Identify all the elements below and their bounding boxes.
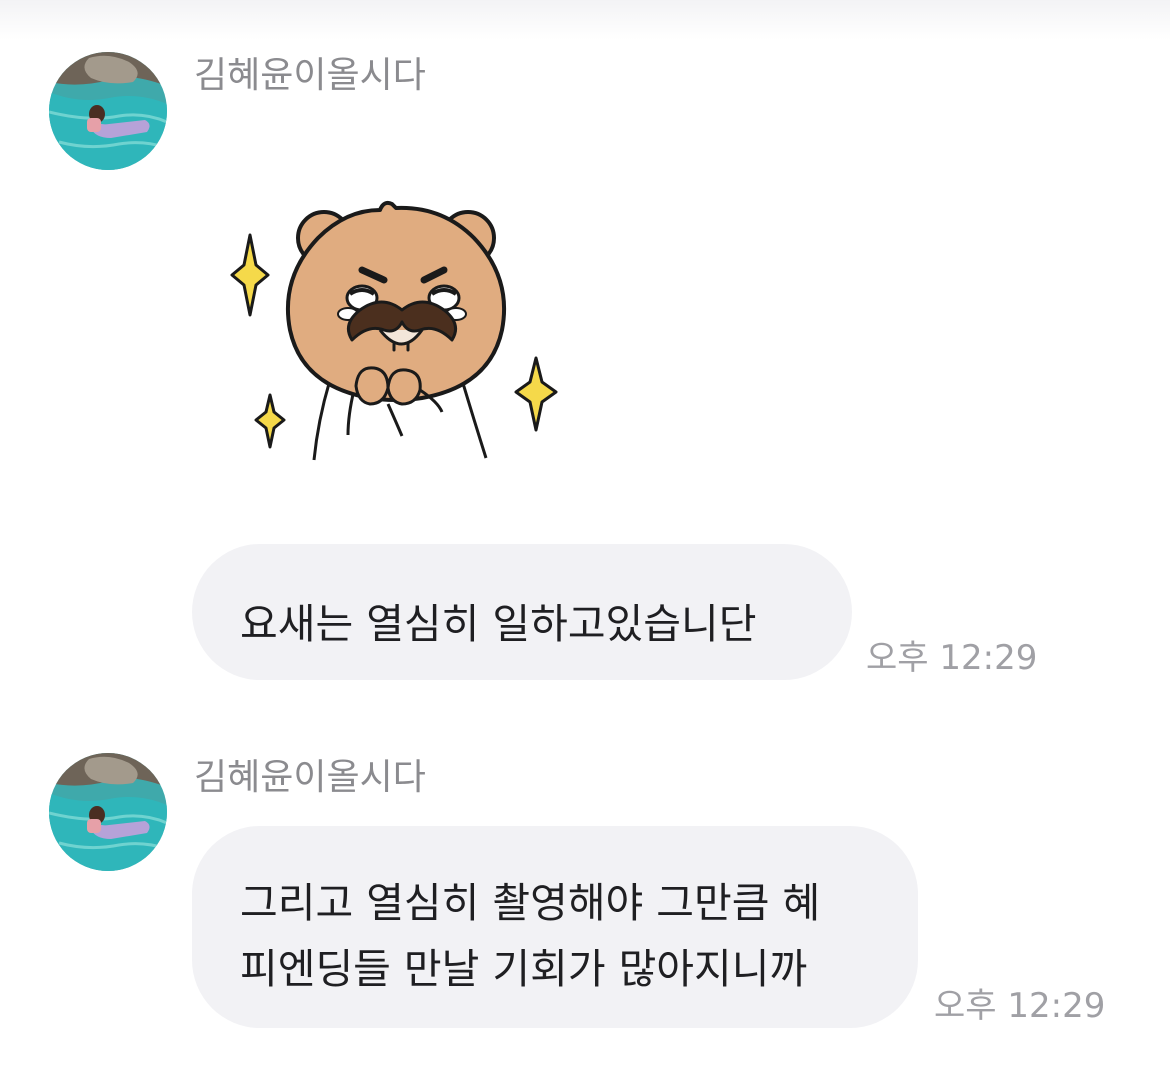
bear-with-mustache-sticker-icon[interactable] — [212, 190, 572, 480]
message-timestamp: 오후 12:29 — [934, 986, 1106, 1026]
sender-avatar[interactable] — [49, 52, 167, 170]
message-timestamp: 오후 12:29 — [866, 638, 1038, 678]
avatar-photo-icon — [49, 753, 167, 871]
message-bubble[interactable]: 그리고 열심히 촬영해야 그만큼 혜 피엔딩들 만날 기회가 많아지니까 — [192, 826, 918, 1028]
top-fade — [0, 0, 1170, 40]
sender-name: 김혜윤이올시다 — [194, 55, 426, 96]
sender-name: 김혜윤이올시다 — [194, 757, 426, 798]
message-text: 그리고 열심히 촬영해야 그만큼 혜 피엔딩들 만날 기회가 많아지니까 — [240, 879, 821, 993]
sender-avatar[interactable] — [49, 753, 167, 871]
avatar-photo-icon — [49, 52, 167, 170]
message-bubble[interactable]: 요새는 열심히 일하고있습니단 — [192, 544, 852, 680]
message-text: 요새는 열심히 일하고있습니단 — [240, 600, 757, 648]
